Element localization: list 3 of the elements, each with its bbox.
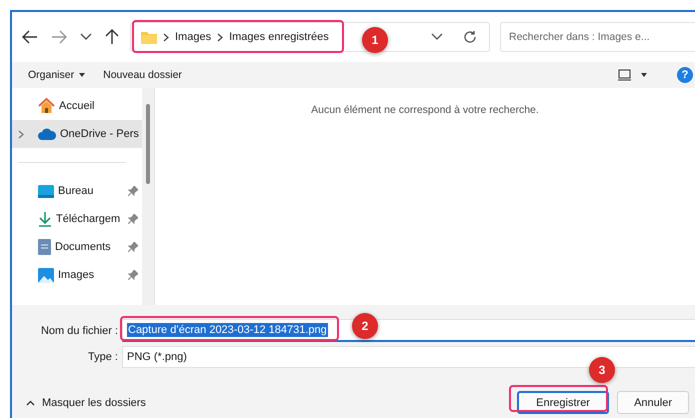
empty-message: Aucun élément ne correspond à votre recherche. — [311, 104, 539, 116]
type-label: Type : — [87, 351, 119, 363]
filename-label: Nom du fichier : — [40, 324, 119, 336]
